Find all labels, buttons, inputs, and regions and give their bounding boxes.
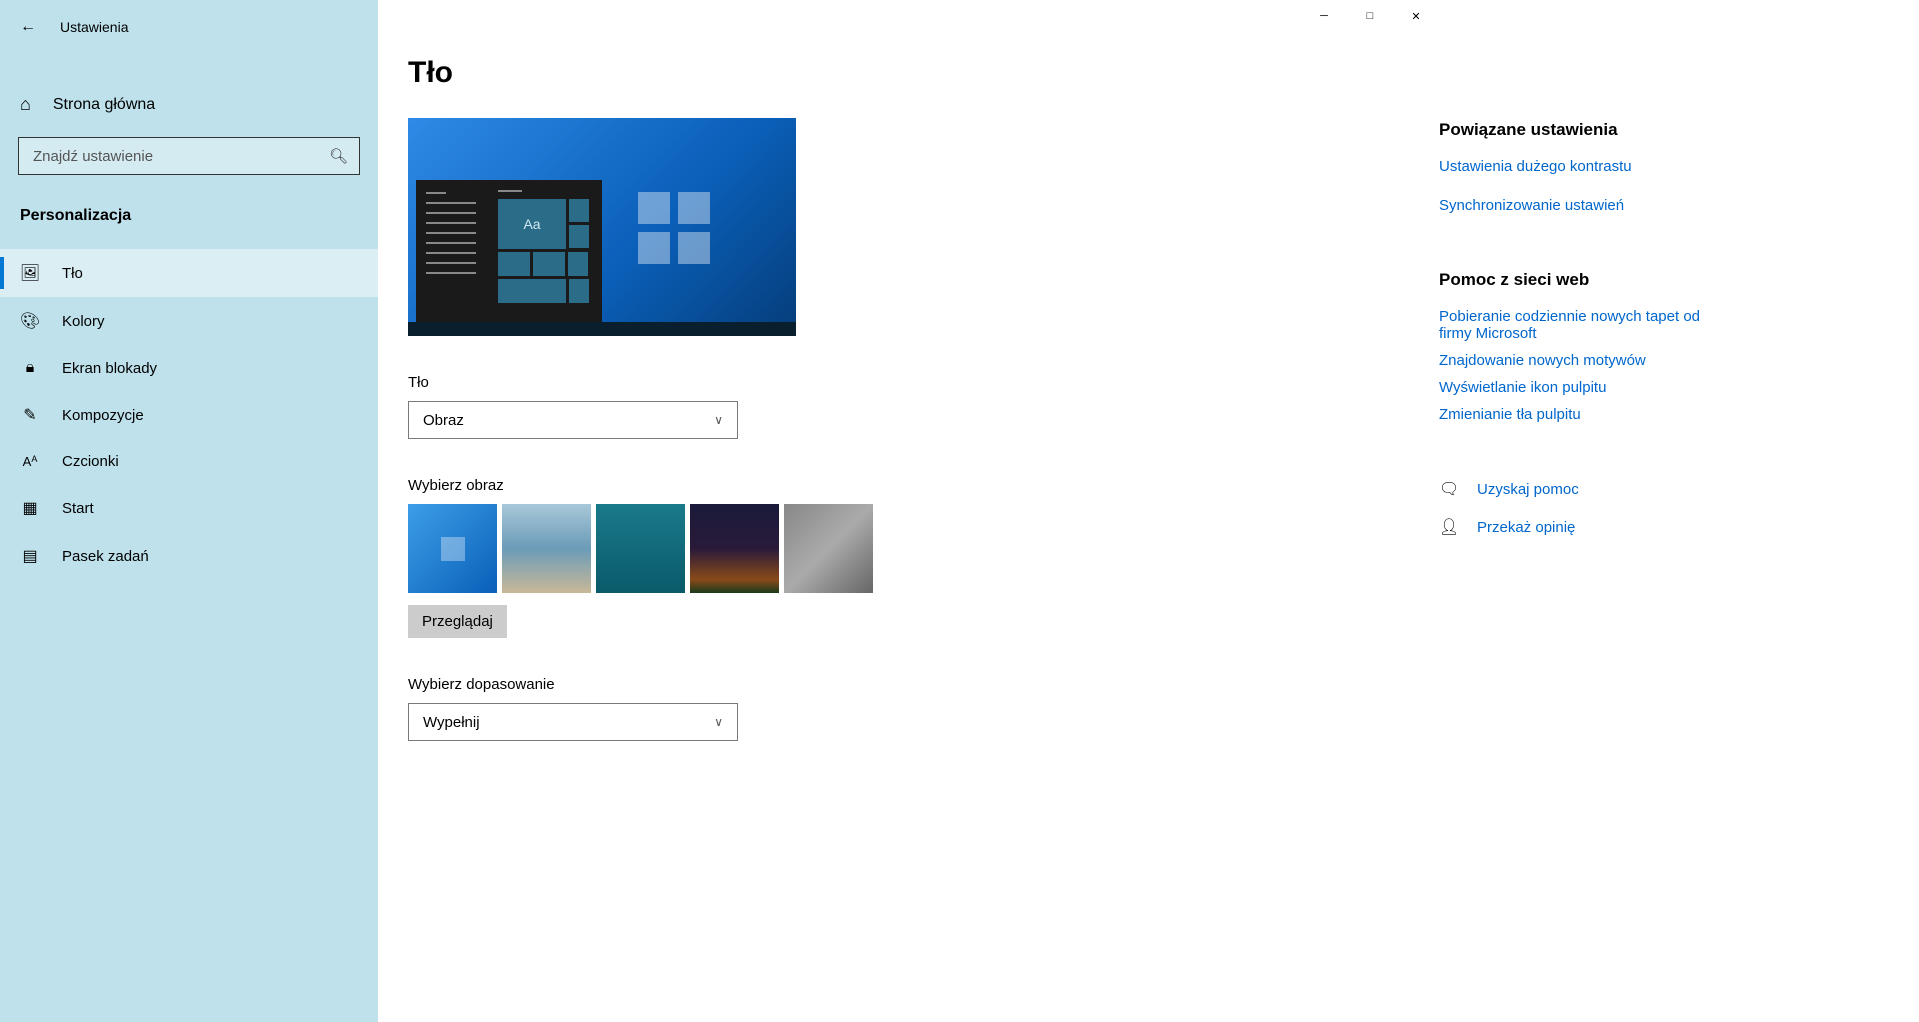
- home-label: Strona główna: [53, 96, 155, 114]
- thumbnail-1[interactable]: [408, 504, 497, 593]
- chevron-down-icon: ∨: [714, 715, 723, 729]
- thumbnail-5[interactable]: [784, 504, 873, 593]
- search-box: 🔍︎: [18, 137, 360, 175]
- thumbnail-2[interactable]: [502, 504, 591, 593]
- choose-image-label: Wybierz obraz: [408, 477, 1399, 494]
- feedback-row: 👤︎ Przekaż opinię: [1439, 517, 1879, 537]
- right-pane: Powiązane ustawienia Ustawienia dużego k…: [1439, 0, 1919, 1022]
- page-title: Tło: [408, 56, 1399, 90]
- category-label: Personalizacja: [0, 193, 378, 249]
- home-button[interactable]: ⌂ Strona główna: [0, 80, 378, 129]
- desktop-preview: Aa: [408, 118, 796, 336]
- related-link-sync[interactable]: Synchronizowanie ustawień: [1439, 197, 1879, 214]
- nav-label: Kolory: [62, 313, 105, 330]
- minimize-button[interactable]: ─: [1301, 0, 1347, 32]
- start-icon: ▦: [20, 498, 40, 518]
- fonts-icon: AA: [20, 454, 40, 469]
- nav-item-start[interactable]: ▦ Start: [0, 484, 378, 532]
- nav-label: Start: [62, 500, 94, 517]
- fit-dropdown[interactable]: Wypełnij ∨: [408, 703, 738, 741]
- taskbar-icon: ▤: [20, 546, 40, 566]
- get-help-row: 🗨︎ Uzyskaj pomoc: [1439, 479, 1879, 499]
- fit-dropdown-label: Wybierz dopasowanie: [408, 676, 1399, 693]
- nav-item-taskbar[interactable]: ▤ Pasek zadań: [0, 532, 378, 580]
- close-button[interactable]: ✕: [1393, 0, 1439, 32]
- help-icon: 🗨︎: [1439, 479, 1457, 499]
- nav-item-lockscreen[interactable]: 🔒︎ Ekran blokady: [0, 345, 378, 391]
- sidebar-header: ← Ustawienia: [0, 10, 378, 44]
- web-help-link-desktop-icons[interactable]: Wyświetlanie ikon pulpitu: [1439, 379, 1879, 396]
- web-help-link-themes[interactable]: Znajdowanie nowych motywów: [1439, 352, 1879, 369]
- background-type-dropdown[interactable]: Obraz ∨: [408, 401, 738, 439]
- preview-sample-text: Aa: [498, 199, 566, 249]
- palette-icon: 🎨︎: [20, 311, 40, 331]
- lock-screen-icon: 🔒︎: [20, 359, 40, 377]
- home-icon: ⌂: [20, 94, 31, 115]
- background-dropdown-label: Tło: [408, 374, 1399, 391]
- window-controls: ─ □ ✕: [1301, 0, 1439, 32]
- search-icon: 🔍︎: [329, 147, 348, 165]
- image-thumbnails: [408, 504, 1399, 593]
- get-help-link[interactable]: Uzyskaj pomoc: [1477, 481, 1579, 498]
- thumbnail-3[interactable]: [596, 504, 685, 593]
- browse-button[interactable]: Przeglądaj: [408, 605, 507, 638]
- preview-taskbar: [408, 322, 796, 336]
- themes-icon: ✎︎: [20, 405, 40, 425]
- nav-label: Pasek zadań: [62, 548, 149, 565]
- nav-item-fonts[interactable]: AA Czcionki: [0, 439, 378, 484]
- web-help-link-change-bg[interactable]: Zmienianie tła pulpitu: [1439, 406, 1879, 423]
- maximize-button[interactable]: □: [1347, 0, 1393, 32]
- search-input[interactable]: [18, 137, 360, 175]
- picture-icon: 🖼︎: [20, 263, 40, 283]
- dropdown-value: Obraz: [423, 412, 464, 429]
- web-help-link-wallpapers[interactable]: Pobieranie codziennie nowych tapet od fi…: [1439, 308, 1719, 342]
- nav-item-colors[interactable]: 🎨︎ Kolory: [0, 297, 378, 345]
- windows-logo-icon: [638, 192, 710, 264]
- nav-item-themes[interactable]: ✎︎ Kompozycje: [0, 391, 378, 439]
- web-help-heading: Pomoc z sieci web: [1439, 270, 1879, 290]
- preview-start-menu: Aa: [416, 180, 602, 322]
- chevron-down-icon: ∨: [714, 413, 723, 427]
- nav-label: Tło: [62, 265, 83, 282]
- thumbnail-4[interactable]: [690, 504, 779, 593]
- nav-label: Czcionki: [62, 453, 119, 470]
- nav-label: Ekran blokady: [62, 360, 157, 377]
- nav-item-background[interactable]: 🖼︎ Tło: [0, 249, 378, 297]
- feedback-link[interactable]: Przekaż opinię: [1477, 519, 1575, 536]
- app-title: Ustawienia: [60, 19, 128, 35]
- sidebar: ← Ustawienia ⌂ Strona główna 🔍︎ Personal…: [0, 0, 378, 1022]
- related-settings-heading: Powiązane ustawienia: [1439, 120, 1879, 140]
- feedback-icon: 👤︎: [1439, 517, 1457, 537]
- nav-label: Kompozycje: [62, 407, 144, 424]
- related-link-contrast[interactable]: Ustawienia dużego kontrastu: [1439, 158, 1879, 175]
- back-arrow-icon[interactable]: ←: [20, 18, 36, 36]
- main-content: ─ □ ✕ Tło Aa: [378, 0, 1439, 1022]
- dropdown-value: Wypełnij: [423, 714, 480, 731]
